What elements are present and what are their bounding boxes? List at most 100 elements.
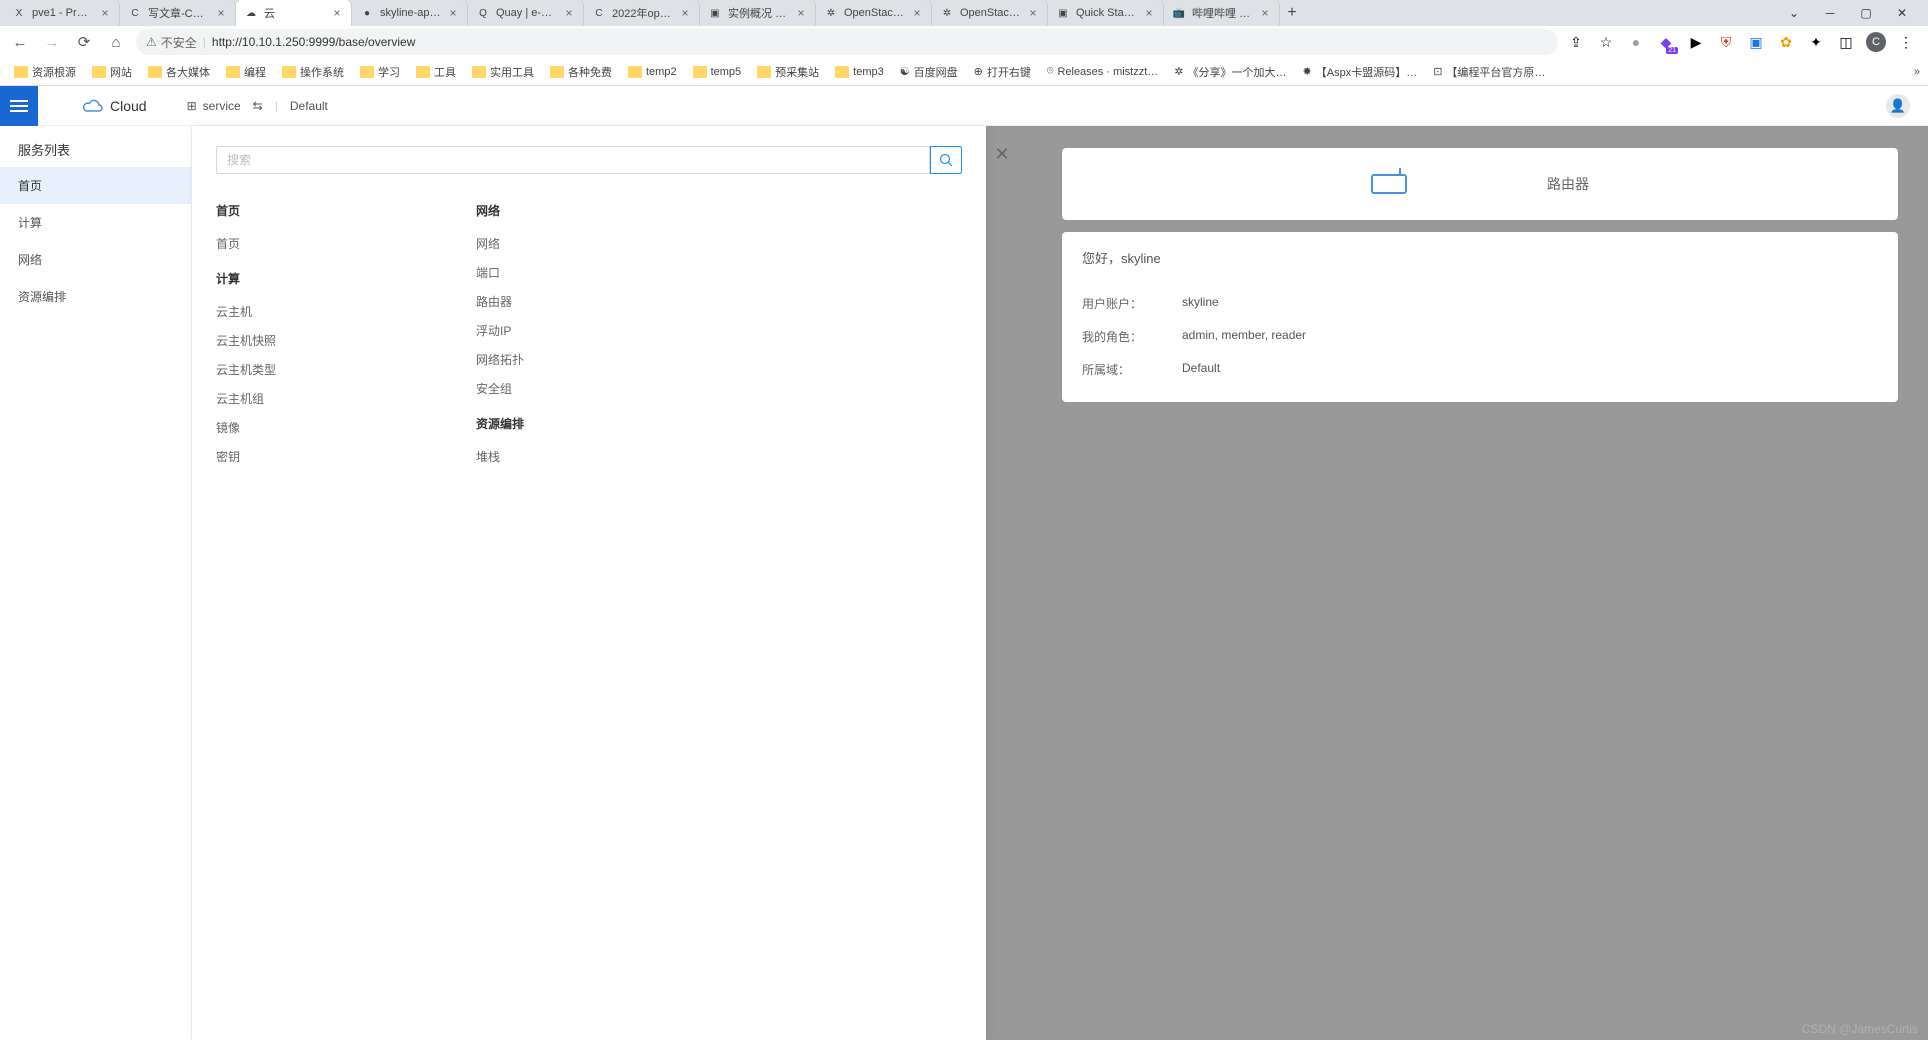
sidebar-item[interactable]: 首页 <box>0 167 191 204</box>
category-link[interactable]: 云主机类型 <box>216 355 276 384</box>
cloud-icon <box>82 98 104 114</box>
cloud-logo[interactable]: Cloud <box>82 98 147 114</box>
reload-button[interactable]: ⟳ <box>72 30 96 54</box>
address-bar[interactable]: ⚠ 不安全 | http://10.10.1.250:9999/base/ove… <box>136 29 1558 55</box>
bookmark-label: 【编程平台官方原… <box>1446 64 1545 80</box>
bookmark-item[interactable]: 实用工具 <box>466 62 540 82</box>
category-link[interactable]: 端口 <box>476 258 524 287</box>
browser-tab[interactable]: ▣实例概况 - Ope× <box>700 0 816 26</box>
ext-dot-icon[interactable]: ● <box>1626 32 1646 52</box>
browser-tab[interactable]: ▣Quick Start —× <box>1048 0 1164 26</box>
bookmark-item[interactable]: 网站 <box>86 62 138 82</box>
category-link[interactable]: 密钥 <box>216 442 276 471</box>
bookmark-label: 各大媒体 <box>166 64 210 80</box>
browser-tab[interactable]: C写文章-CSDN博× <box>120 0 236 26</box>
bookmark-item[interactable]: ⊡【编程平台官方原… <box>1427 62 1551 82</box>
search-input[interactable] <box>216 146 930 174</box>
tab-favicon: C <box>128 6 142 20</box>
category-link[interactable]: 网络 <box>476 229 524 258</box>
bookmark-icon: ⊕ <box>974 65 983 78</box>
category-link[interactable]: 云主机快照 <box>216 326 276 355</box>
new-tab-button[interactable]: + <box>1280 4 1304 22</box>
bookmark-item[interactable]: 各大媒体 <box>142 62 216 82</box>
bookmark-item[interactable]: ⌾Releases · mistzzt… <box>1041 62 1164 82</box>
ext-orange-icon[interactable]: ✿ <box>1776 32 1796 52</box>
service-selector[interactable]: ⊞ service <box>187 99 241 113</box>
category-link[interactable]: 网络拓扑 <box>476 345 524 374</box>
bookmark-item[interactable]: ✸【Aspx卡盟源码】… <box>1297 62 1424 82</box>
tab-close-icon[interactable]: × <box>99 7 111 19</box>
user-avatar[interactable]: 👤 <box>1886 94 1910 118</box>
bookmark-item[interactable]: 工具 <box>410 62 462 82</box>
bookmark-item[interactable]: 预采集站 <box>751 62 825 82</box>
tab-close-icon[interactable]: × <box>795 7 807 19</box>
bookmark-item[interactable]: 学习 <box>354 62 406 82</box>
swap-icon[interactable]: ⇆ <box>253 99 263 113</box>
panel-icon[interactable]: ◫ <box>1836 32 1856 52</box>
category-link[interactable]: 安全组 <box>476 374 524 403</box>
default-label[interactable]: Default <box>290 99 328 113</box>
bookmark-item[interactable]: ☯百度网盘 <box>894 62 964 82</box>
browser-tab[interactable]: ●skyline-apiserv× <box>352 0 468 26</box>
search-icon <box>939 153 953 167</box>
tab-close-icon[interactable]: × <box>215 7 227 19</box>
share-icon[interactable]: ⇪ <box>1566 32 1586 52</box>
profile-avatar[interactable]: C <box>1866 32 1886 52</box>
play-icon[interactable]: ▶ <box>1686 32 1706 52</box>
sidebar-item[interactable]: 网络 <box>0 241 191 278</box>
category-link[interactable]: 云主机 <box>216 297 276 326</box>
browser-tab[interactable]: ☁云× <box>236 0 352 26</box>
category-link[interactable]: 首页 <box>216 229 276 258</box>
hamburger-menu[interactable] <box>0 86 38 126</box>
forward-button[interactable]: → <box>40 30 64 54</box>
folder-icon <box>835 66 849 78</box>
category-link[interactable]: 路由器 <box>476 287 524 316</box>
url-text: http://10.10.1.250:9999/base/overview <box>212 35 415 49</box>
sidebar-item[interactable]: 资源编排 <box>0 278 191 315</box>
tab-close-icon[interactable]: × <box>447 7 459 19</box>
bookmark-overflow[interactable]: » <box>1914 66 1920 78</box>
maximize-button[interactable]: ▢ <box>1852 3 1880 23</box>
bookmark-item[interactable]: ✲《分享》一个加大… <box>1168 62 1292 82</box>
bookmark-item[interactable]: temp3 <box>829 62 890 82</box>
tab-close-icon[interactable]: × <box>1259 7 1271 19</box>
back-button[interactable]: ← <box>8 30 32 54</box>
minimize-button[interactable]: ─ <box>1816 3 1844 23</box>
tab-close-icon[interactable]: × <box>563 7 575 19</box>
dropdown-icon[interactable]: ⌄ <box>1780 3 1808 23</box>
sidebar-item[interactable]: 计算 <box>0 204 191 241</box>
browser-tab[interactable]: ✲OpenStack da× <box>816 0 932 26</box>
browser-tab[interactable]: ✲OpenStack sky× <box>932 0 1048 26</box>
tab-close-icon[interactable]: × <box>911 7 923 19</box>
browser-tab[interactable]: C2022年openst× <box>584 0 700 26</box>
ext-blue-icon[interactable]: ▣ <box>1746 32 1766 52</box>
bookmark-item[interactable]: temp5 <box>687 62 748 82</box>
menu-icon[interactable]: ⋮ <box>1896 32 1916 52</box>
tab-close-icon[interactable]: × <box>331 7 343 19</box>
extensions-icon[interactable]: ✦ <box>1806 32 1826 52</box>
bookmark-item[interactable]: 编程 <box>220 62 272 82</box>
tab-favicon: C <box>592 6 606 20</box>
browser-tab[interactable]: 📺哔哩哔哩 (゜-゜× <box>1164 0 1280 26</box>
shield-icon[interactable]: ⛨ <box>1716 32 1736 52</box>
ext-purple-icon[interactable]: ◆21 <box>1656 32 1676 52</box>
close-panel-button[interactable]: ✕ <box>990 142 1014 166</box>
close-window-button[interactable]: ✕ <box>1888 3 1916 23</box>
tab-close-icon[interactable]: × <box>1027 7 1039 19</box>
home-button[interactable]: ⌂ <box>104 30 128 54</box>
tab-close-icon[interactable]: × <box>1143 7 1155 19</box>
category-link[interactable]: 堆栈 <box>476 442 524 471</box>
bookmark-item[interactable]: 各种免费 <box>544 62 618 82</box>
category-link[interactable]: 云主机组 <box>216 384 276 413</box>
bookmark-item[interactable]: ⊕打开右键 <box>968 62 1037 82</box>
search-button[interactable] <box>930 146 962 174</box>
browser-tab[interactable]: QQuay | e-Scien× <box>468 0 584 26</box>
category-link[interactable]: 浮动IP <box>476 316 524 345</box>
browser-tab[interactable]: Xpve1 - Proxmo× <box>4 0 120 26</box>
bookmark-item[interactable]: temp2 <box>622 62 683 82</box>
star-icon[interactable]: ☆ <box>1596 32 1616 52</box>
bookmark-item[interactable]: 资源根源 <box>8 62 82 82</box>
category-link[interactable]: 镜像 <box>216 413 276 442</box>
tab-close-icon[interactable]: × <box>679 7 691 19</box>
bookmark-item[interactable]: 操作系统 <box>276 62 350 82</box>
